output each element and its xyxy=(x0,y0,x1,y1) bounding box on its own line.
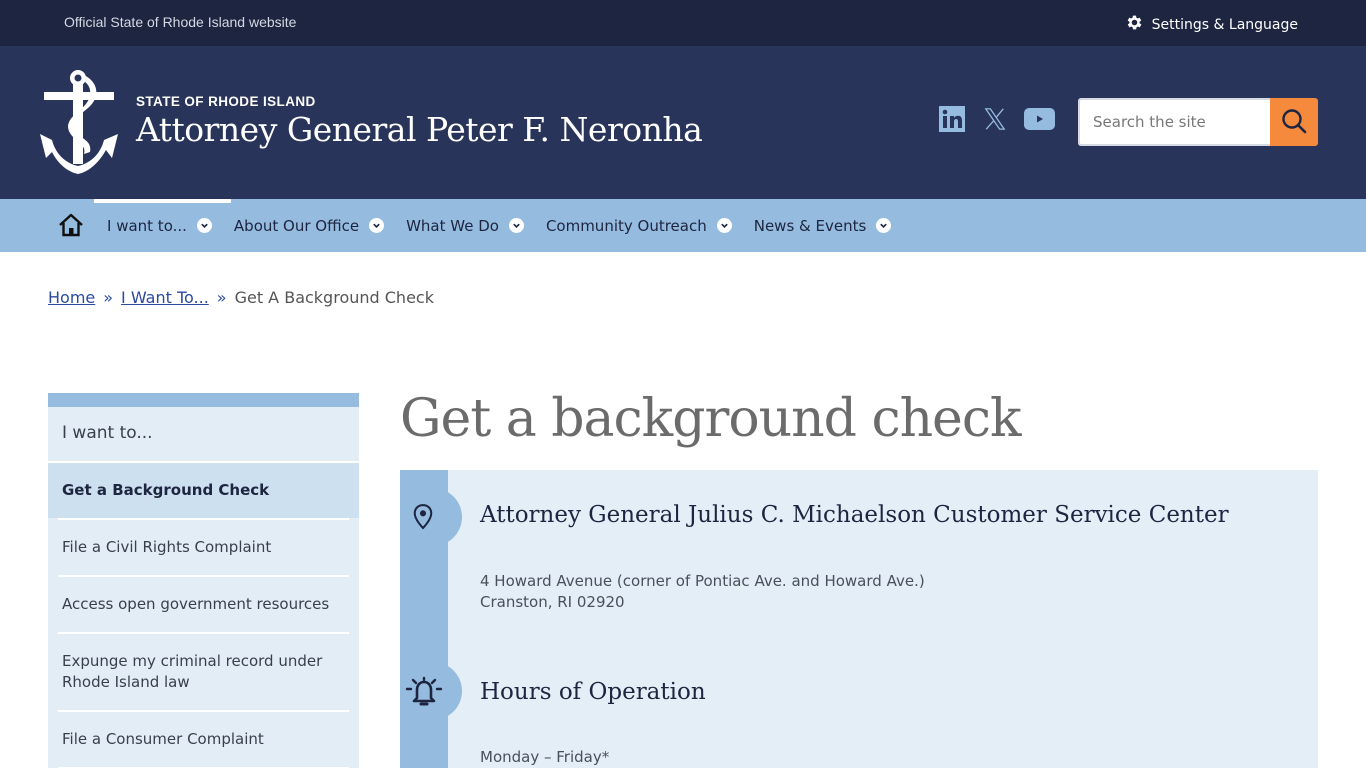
nav-item-i-want-to[interactable]: I want to... xyxy=(107,217,212,235)
x-icon xyxy=(983,107,1007,135)
bell-icon xyxy=(404,662,462,720)
gear-icon xyxy=(1125,13,1144,36)
nav-item-what-we-do[interactable]: What We Do xyxy=(406,217,524,235)
address-line-1: 4 Howard Avenue (corner of Pontiac Ave. … xyxy=(480,572,925,590)
hours-text: Monday – Friday* xyxy=(480,747,609,768)
search-button[interactable] xyxy=(1270,98,1318,146)
hours-line-1: Monday – Friday* xyxy=(480,748,610,766)
settings-language-button[interactable]: Settings & Language xyxy=(1125,13,1298,36)
nav-item-about-our-office[interactable]: About Our Office xyxy=(233,216,385,235)
sidebar-item-open-government[interactable]: Access open government resources xyxy=(58,575,349,632)
breadcrumb: Home » I Want To... » Get A Background C… xyxy=(48,288,434,307)
map-pin-icon xyxy=(404,488,462,546)
home-icon xyxy=(58,213,84,242)
linkedin-link[interactable] xyxy=(939,106,965,136)
sidebar-item-get-background-check[interactable]: Get a Background Check xyxy=(48,461,359,518)
location-info-card: Attorney General Julius C. Michaelson Cu… xyxy=(400,470,1318,768)
search-icon xyxy=(1280,107,1308,138)
sidebar-heading[interactable]: I want to... xyxy=(48,407,359,461)
search-input[interactable] xyxy=(1078,98,1270,146)
chevron-down-icon[interactable] xyxy=(369,218,385,233)
hours-title: Hours of Operation xyxy=(480,679,706,705)
main-nav: I want to... About Our Office What We Do… xyxy=(0,199,1366,252)
linkedin-icon xyxy=(939,106,965,136)
chevron-down-icon[interactable] xyxy=(876,218,892,233)
chevron-down-icon[interactable] xyxy=(716,218,732,233)
location-address: 4 Howard Avenue (corner of Pontiac Ave. … xyxy=(480,571,925,613)
breadcrumb-separator: » xyxy=(216,288,227,307)
youtube-link[interactable] xyxy=(1024,108,1055,134)
utility-bar: Official State of Rhode Island website S… xyxy=(0,0,1366,46)
chevron-down-icon[interactable] xyxy=(196,218,212,233)
nav-item-news-events[interactable]: News & Events xyxy=(754,217,892,235)
youtube-icon xyxy=(1024,108,1055,134)
chevron-down-icon[interactable] xyxy=(508,218,524,233)
site-header: STATE OF RHODE ISLAND Attorney General P… xyxy=(0,46,1366,199)
x-twitter-link[interactable] xyxy=(982,108,1008,134)
sidebar-item-civil-rights-complaint[interactable]: File a Civil Rights Complaint xyxy=(58,518,349,575)
breadcrumb-current: Get A Background Check xyxy=(234,288,434,307)
breadcrumb-i-want-to-link[interactable]: I Want To... xyxy=(121,288,209,307)
official-website-text: Official State of Rhode Island website xyxy=(64,14,297,30)
nav-item-label: News & Events xyxy=(753,216,867,235)
home-link[interactable] xyxy=(58,212,84,238)
nav-item-label: Community Outreach xyxy=(545,216,707,235)
anchor-logo-icon[interactable] xyxy=(38,68,122,176)
nav-menu: I want to... About Our Office What We Do… xyxy=(107,199,913,252)
location-title: Attorney General Julius C. Michaelson Cu… xyxy=(480,502,1229,528)
sidebar-nav: I want to... Get a Background Check File… xyxy=(48,393,359,768)
breadcrumb-separator: » xyxy=(103,288,114,307)
nav-item-label: I want to... xyxy=(107,216,187,235)
site-title[interactable]: Attorney General Peter F. Neronha xyxy=(136,110,703,149)
sidebar-top-bar xyxy=(48,393,359,407)
sidebar-item-consumer-complaint[interactable]: File a Consumer Complaint xyxy=(58,710,349,767)
settings-language-label: Settings & Language xyxy=(1151,16,1298,33)
address-line-2: Cranston, RI 02920 xyxy=(480,593,625,611)
nav-item-community-outreach[interactable]: Community Outreach xyxy=(546,217,732,235)
sidebar-item-expunge-record[interactable]: Expunge my criminal record under Rhode I… xyxy=(58,632,349,710)
nav-item-label: About Our Office xyxy=(233,216,360,235)
state-label: STATE OF RHODE ISLAND xyxy=(136,94,316,109)
breadcrumb-home-link[interactable]: Home xyxy=(48,288,95,307)
page-title: Get a background check xyxy=(400,389,1021,449)
nav-item-label: What We Do xyxy=(406,216,499,235)
